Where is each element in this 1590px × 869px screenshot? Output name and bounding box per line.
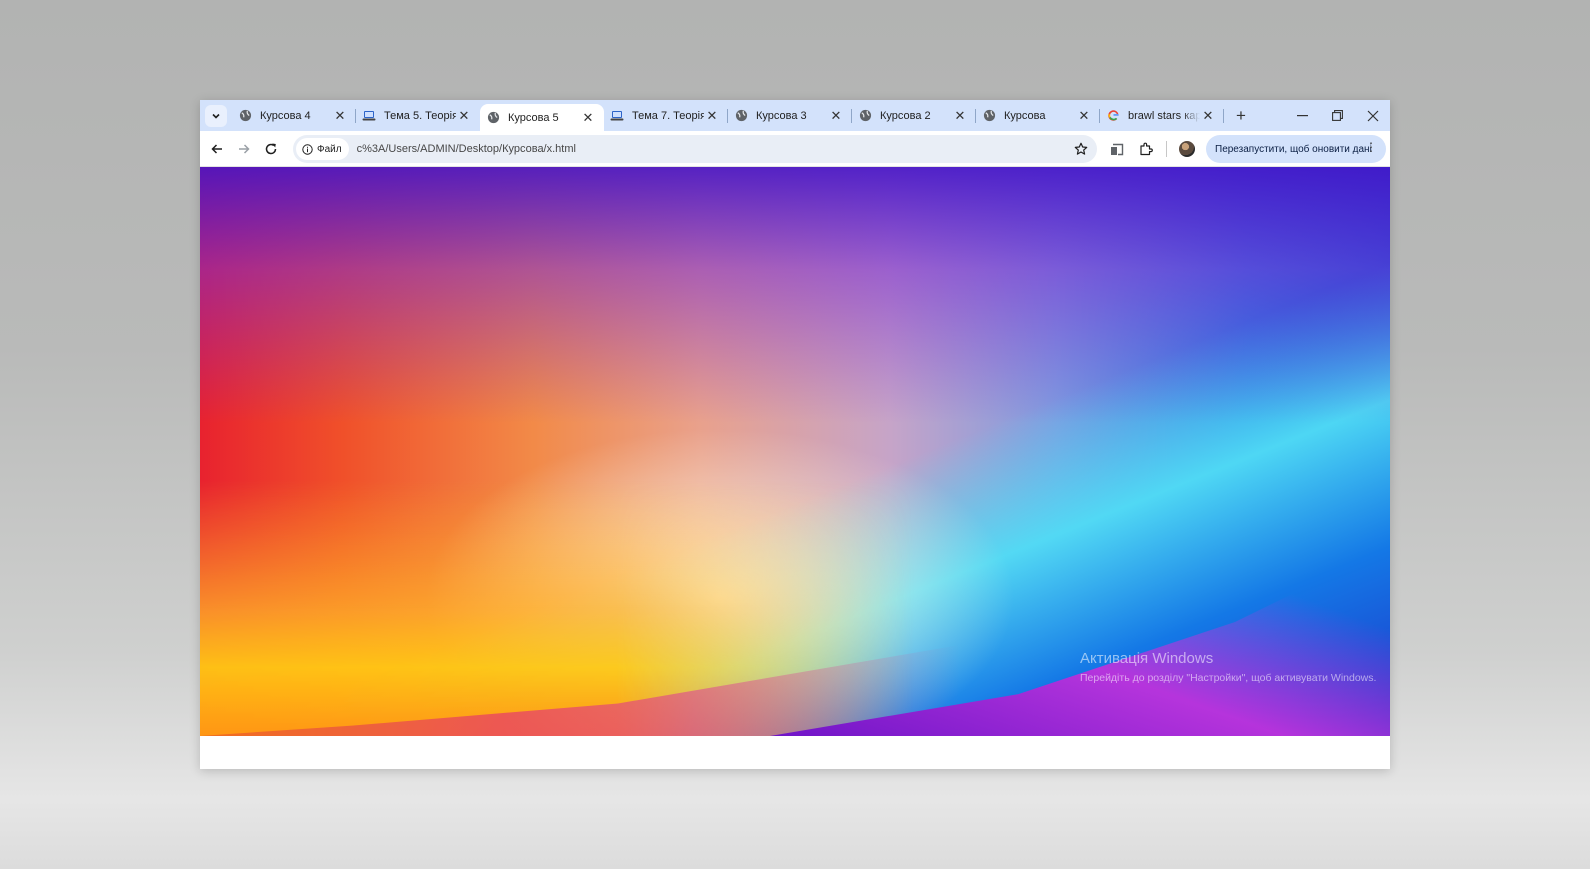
tabs: Курсова 4 ✕ Тема 5. Теорія ✕ Курсова 5 ✕… bbox=[232, 100, 1254, 131]
tab-tema-7[interactable]: Тема 7. Теорія ✕ bbox=[604, 100, 728, 131]
globe-icon bbox=[734, 109, 748, 123]
activation-title: Активація Windows bbox=[1080, 650, 1214, 667]
tab-title: Курсова 2 bbox=[880, 109, 931, 122]
tab-brawl-stars[interactable]: brawl stars карт ✕ bbox=[1100, 100, 1224, 131]
laptop-icon bbox=[610, 109, 624, 123]
more-menu-icon[interactable]: ⋮ bbox=[1365, 141, 1377, 153]
forward-button[interactable] bbox=[233, 138, 255, 160]
close-tab-icon[interactable]: ✕ bbox=[952, 108, 968, 124]
close-tab-icon[interactable]: ✕ bbox=[1200, 108, 1216, 124]
globe-icon bbox=[238, 109, 252, 123]
address-bar[interactable]: Файл c%3A/Users/ADMIN/Desktop/Курсова/x.… bbox=[293, 135, 1097, 163]
toolbar-separator bbox=[1166, 141, 1167, 157]
reload-icon bbox=[265, 143, 277, 155]
tab-kursova[interactable]: Курсова ✕ bbox=[976, 100, 1100, 131]
site-info-chip[interactable]: Файл bbox=[296, 138, 349, 160]
security-label: Файл bbox=[317, 143, 342, 155]
close-window-button[interactable] bbox=[1355, 100, 1390, 131]
star-icon bbox=[1074, 142, 1088, 155]
close-icon bbox=[1367, 110, 1378, 121]
globe-icon bbox=[486, 111, 500, 125]
toolbar: Файл c%3A/Users/ADMIN/Desktop/Курсова/x.… bbox=[200, 131, 1390, 167]
close-tab-icon[interactable]: ✕ bbox=[1076, 108, 1092, 124]
restore-button[interactable] bbox=[1320, 100, 1355, 131]
close-tab-icon[interactable]: ✕ bbox=[332, 108, 348, 124]
globe-icon bbox=[858, 109, 872, 123]
activation-subtitle: Перейдіть до розділу "Настройки", щоб ак… bbox=[1080, 672, 1377, 684]
tab-strip: Курсова 4 ✕ Тема 5. Теорія ✕ Курсова 5 ✕… bbox=[200, 100, 1390, 131]
tab-title: Курсова bbox=[1004, 109, 1046, 122]
restore-icon bbox=[1332, 110, 1343, 121]
laptop-icon bbox=[362, 109, 376, 123]
minimize-button[interactable] bbox=[1285, 100, 1320, 131]
tab-title: Курсова 5 bbox=[508, 111, 559, 124]
close-tab-icon[interactable]: ✕ bbox=[580, 110, 596, 126]
close-tab-icon[interactable]: ✕ bbox=[828, 108, 844, 124]
tab-tema-5[interactable]: Тема 5. Теорія ✕ bbox=[356, 100, 480, 131]
puzzle-icon bbox=[1140, 142, 1153, 156]
google-icon bbox=[1106, 109, 1120, 123]
profile-avatar[interactable] bbox=[1179, 141, 1195, 157]
globe-icon bbox=[982, 109, 996, 123]
tab-kursova-2[interactable]: Курсова 2 ✕ bbox=[852, 100, 976, 131]
tab-title: Курсова 3 bbox=[756, 109, 807, 122]
tab-kursova-5[interactable]: Курсова 5 ✕ bbox=[480, 104, 604, 131]
relaunch-to-update-button[interactable]: Перезапустити, щоб оновити дані ⋮ bbox=[1206, 135, 1386, 163]
url-text[interactable]: c%3A/Users/ADMIN/Desktop/Курсова/x.html bbox=[357, 143, 576, 155]
tab-search-button[interactable] bbox=[205, 105, 227, 127]
arrow-right-icon bbox=[239, 144, 250, 154]
chevron-down-icon bbox=[212, 113, 220, 119]
info-icon bbox=[302, 143, 313, 155]
close-tab-icon[interactable]: ✕ bbox=[456, 108, 472, 124]
tab-title: brawl stars карт bbox=[1128, 109, 1200, 122]
windows-activation-watermark: Активація Windows Перейдіть до розділу "… bbox=[1080, 650, 1380, 686]
minimize-icon bbox=[1297, 114, 1308, 116]
cast-icon bbox=[1111, 143, 1124, 155]
extensions-button[interactable] bbox=[1135, 138, 1157, 160]
new-tab-button[interactable]: + bbox=[1228, 100, 1254, 131]
close-tab-icon[interactable]: ✕ bbox=[704, 108, 720, 124]
tab-kursova-3[interactable]: Курсова 3 ✕ bbox=[728, 100, 852, 131]
relaunch-label: Перезапустити, щоб оновити дані bbox=[1215, 143, 1372, 155]
cast-button[interactable] bbox=[1106, 138, 1128, 160]
bookmark-button[interactable] bbox=[1071, 139, 1091, 159]
reload-button[interactable] bbox=[260, 138, 282, 160]
tab-title: Тема 7. Теорія bbox=[632, 109, 704, 122]
back-button[interactable] bbox=[206, 138, 228, 160]
tab-kursova-4[interactable]: Курсова 4 ✕ bbox=[232, 100, 356, 131]
window-controls bbox=[1285, 100, 1390, 131]
tab-title: Курсова 4 bbox=[260, 109, 311, 122]
tab-title: Тема 5. Теорія bbox=[384, 109, 456, 122]
tab-separator bbox=[1223, 109, 1224, 123]
arrow-left-icon bbox=[211, 144, 222, 154]
